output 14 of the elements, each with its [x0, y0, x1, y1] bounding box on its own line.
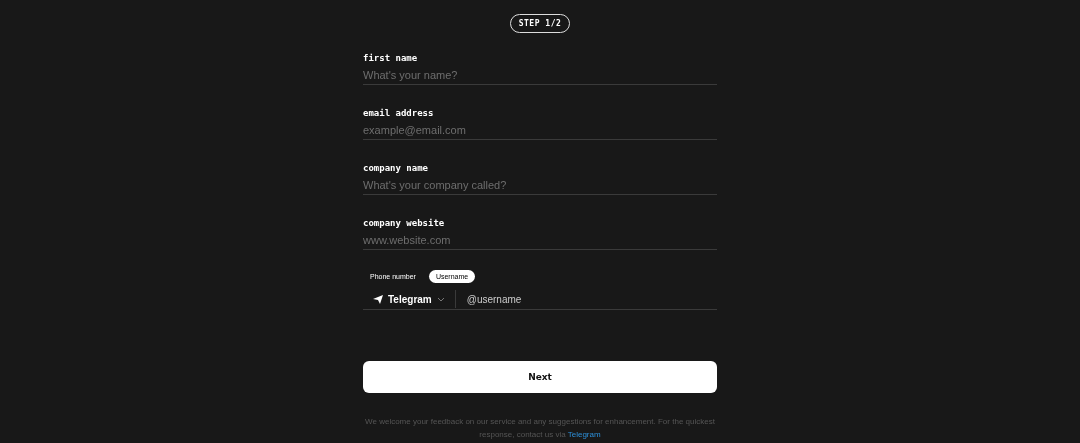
send-icon: [373, 294, 383, 304]
messenger-select[interactable]: Telegram: [363, 290, 456, 308]
chevron-down-icon: [436, 296, 445, 302]
telegram-link[interactable]: Telegram: [567, 430, 601, 439]
input-field[interactable]: What's your name?: [363, 69, 717, 85]
field-label: email address: [363, 108, 435, 118]
input-field[interactable]: What's your company called?: [363, 179, 717, 195]
next-button[interactable]: Next: [363, 361, 717, 393]
username-field[interactable]: @username: [455, 292, 717, 306]
input-field[interactable]: example@email.com: [363, 124, 717, 140]
field-label: company name: [363, 163, 430, 173]
input-field[interactable]: www.website.com: [363, 234, 717, 250]
field-label: company website: [363, 218, 446, 228]
field-label: first name: [363, 53, 419, 63]
